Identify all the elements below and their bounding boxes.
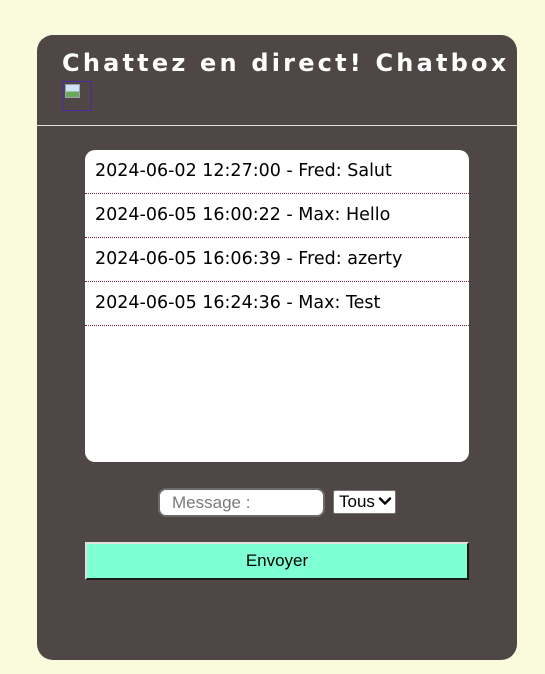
chat-header: Chattez en direct! Chatbox xyxy=(37,35,517,126)
message-list: 2024-06-02 12:27:00 - Fred: Salut 2024-0… xyxy=(85,150,469,326)
messages-box[interactable]: 2024-06-02 12:27:00 - Fred: Salut 2024-0… xyxy=(85,150,469,462)
list-item: 2024-06-02 12:27:00 - Fred: Salut xyxy=(85,150,469,194)
recipient-select[interactable]: Tous xyxy=(333,490,396,514)
chat-panel: Chattez en direct! Chatbox 2024-06-02 12… xyxy=(37,35,517,660)
list-item: 2024-06-05 16:24:36 - Max: Test xyxy=(85,282,469,326)
list-item: 2024-06-05 16:00:22 - Max: Hello xyxy=(85,194,469,238)
broken-image-icon xyxy=(62,81,92,111)
send-button[interactable]: Envoyer xyxy=(85,542,469,580)
list-item: 2024-06-05 16:06:39 - Fred: azerty xyxy=(85,238,469,282)
recipient-select-value: Tous xyxy=(339,492,375,511)
chevron-down-icon xyxy=(378,497,392,505)
message-input[interactable] xyxy=(158,488,325,517)
image-placeholder-glyph xyxy=(65,84,80,98)
composer: Tous xyxy=(37,487,517,517)
page-title: Chattez en direct! Chatbox xyxy=(62,49,510,77)
